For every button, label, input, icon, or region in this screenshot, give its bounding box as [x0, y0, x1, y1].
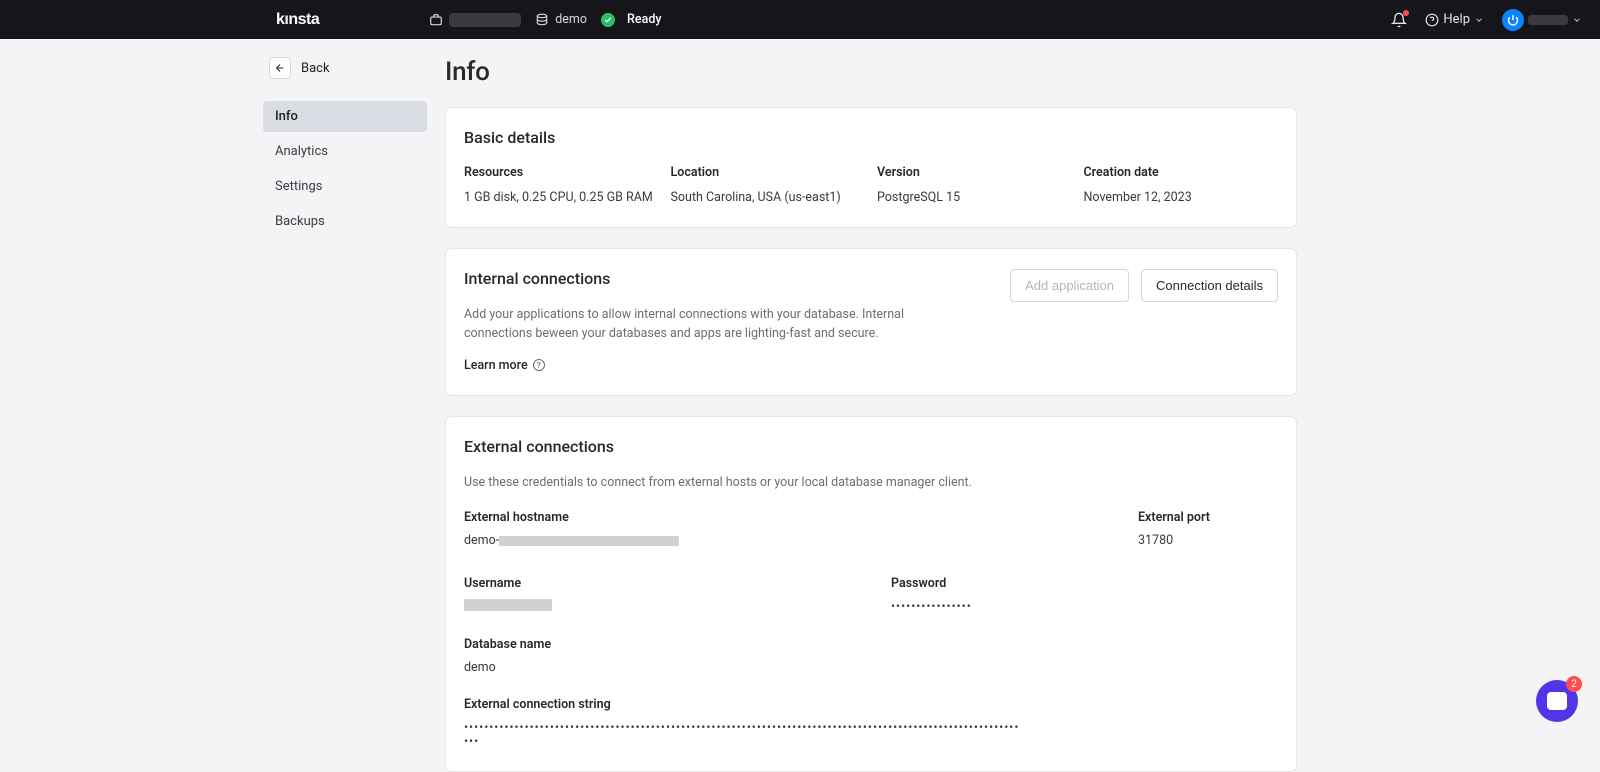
sidebar: Back Info Analytics Settings Backups — [0, 57, 445, 772]
resources-label: Resources — [464, 165, 659, 180]
topbar: kınsta demo Ready Help — [0, 0, 1600, 39]
briefcase-icon — [429, 13, 443, 27]
chat-icon — [1547, 692, 1567, 710]
avatar — [1502, 9, 1524, 31]
notifications-button[interactable] — [1391, 12, 1407, 28]
location-value: South Carolina, USA (us-east1) — [671, 190, 866, 205]
card-title: External connections — [464, 437, 1278, 456]
connection-string-label: External connection string — [464, 697, 1278, 712]
username-label: Username — [464, 576, 871, 591]
internal-connections-card: Internal connections Add your applicatio… — [445, 248, 1297, 396]
card-description: Add your applications to allow internal … — [464, 306, 944, 344]
chat-widget[interactable]: 2 — [1536, 680, 1578, 722]
status-text: Ready — [627, 12, 661, 27]
sidebar-item-backups[interactable]: Backups — [263, 206, 427, 237]
brand-logo[interactable]: kınsta — [276, 11, 319, 29]
chevron-down-icon — [1572, 15, 1582, 25]
power-icon — [1507, 14, 1519, 26]
sidebar-item-info[interactable]: Info — [263, 101, 427, 132]
arrow-left-icon — [274, 62, 286, 74]
external-connections-card: External connections Use these credentia… — [445, 416, 1297, 772]
location-label: Location — [671, 165, 866, 180]
help-label: Help — [1443, 12, 1470, 27]
external-port-label: External port — [1138, 510, 1278, 525]
sidebar-item-analytics[interactable]: Analytics — [263, 136, 427, 167]
help-circle-icon: ? — [533, 359, 545, 371]
redacted-hostname — [499, 536, 679, 546]
password-label: Password — [891, 576, 1278, 591]
learn-more-label: Learn more — [464, 358, 528, 373]
card-description: Use these credentials to connect from ex… — [464, 474, 1278, 493]
chat-badge: 2 — [1566, 676, 1582, 692]
redacted-company — [449, 13, 521, 27]
basic-details-card: Basic details Resources 1 GB disk, 0.25 … — [445, 107, 1297, 228]
connection-string-value: ••••••••••••••••••••••••••••••••••••••••… — [464, 720, 1024, 748]
add-application-button[interactable]: Add application — [1010, 269, 1129, 302]
creation-date-label: Creation date — [1084, 165, 1279, 180]
learn-more-link[interactable]: Learn more ? — [464, 358, 1010, 373]
notification-dot — [1403, 10, 1409, 16]
sidebar-item-label: Settings — [275, 179, 322, 194]
sidebar-item-settings[interactable]: Settings — [263, 171, 427, 202]
sidebar-item-label: Backups — [275, 214, 325, 229]
chevron-down-icon — [1474, 15, 1484, 25]
resources-value: 1 GB disk, 0.25 CPU, 0.25 GB RAM — [464, 190, 659, 205]
breadcrumb-db[interactable]: demo — [535, 12, 587, 27]
main-content: Info Basic details Resources 1 GB disk, … — [445, 57, 1297, 772]
help-circle-icon — [1425, 13, 1439, 27]
password-value: •••••••••••••••• — [891, 599, 1278, 613]
database-name-value: demo — [464, 660, 1278, 675]
help-menu[interactable]: Help — [1425, 12, 1484, 27]
username-value — [464, 599, 871, 615]
database-icon — [535, 13, 549, 27]
breadcrumb-db-name: demo — [555, 12, 587, 27]
page-title: Info — [445, 57, 1297, 87]
external-hostname-label: External hostname — [464, 510, 1118, 525]
redacted-username — [1528, 15, 1568, 25]
back-label[interactable]: Back — [301, 61, 330, 76]
status-check-icon — [601, 13, 615, 27]
breadcrumb-company[interactable] — [429, 13, 521, 27]
user-menu[interactable] — [1502, 9, 1582, 31]
redacted-username-value — [464, 599, 552, 611]
card-title: Internal connections — [464, 269, 1010, 288]
creation-date-value: November 12, 2023 — [1084, 190, 1279, 205]
breadcrumb-status: Ready — [601, 12, 661, 27]
database-name-label: Database name — [464, 637, 1278, 652]
sidebar-item-label: Analytics — [275, 144, 328, 159]
version-value: PostgreSQL 15 — [877, 190, 1072, 205]
sidebar-item-label: Info — [275, 109, 298, 124]
card-title: Basic details — [464, 128, 1278, 147]
version-label: Version — [877, 165, 1072, 180]
external-port-value: 31780 — [1138, 533, 1278, 548]
back-button[interactable] — [269, 57, 291, 79]
connection-details-button[interactable]: Connection details — [1141, 269, 1278, 302]
external-hostname-value: demo- — [464, 533, 1118, 548]
